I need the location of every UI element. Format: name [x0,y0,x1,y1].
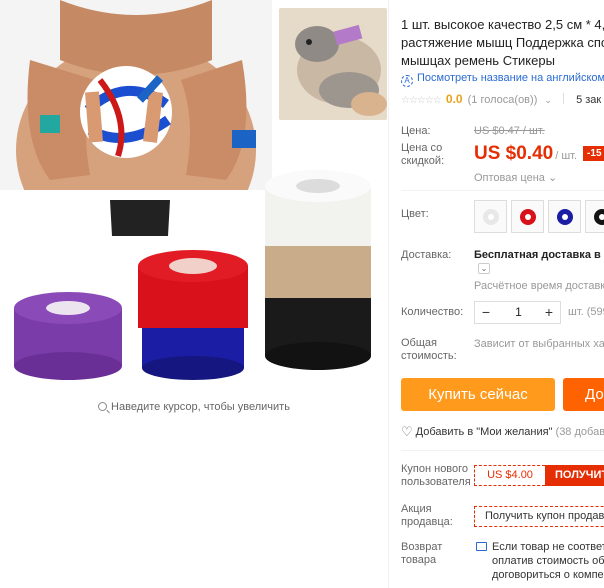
buy-now-button[interactable]: Купить сейчас [401,378,555,411]
discount-badge: -15 [583,146,604,161]
price-label: Цена: [401,125,431,137]
color-swatches [474,200,604,238]
wishlist-link[interactable]: ♡ Добавить в "Мои желания" (38 добав [401,424,604,440]
translate-link[interactable]: A Посмотреть название на английском [401,72,604,87]
wishlist-text: Добавить в "Мои желания" [415,426,553,438]
product-main-image[interactable] [0,0,388,390]
return-icon [476,542,487,551]
title-line: 1 шт. высокое качество 2,5 см * 4,5 [401,17,604,32]
tape-roll-icon [483,209,499,225]
tape-rolls-image [14,170,371,380]
tape-roll-icon [520,209,536,225]
tape-roll-icon [557,209,573,225]
product-title: 1 шт. высокое качество 2,5 см * 4,5 раст… [401,16,604,70]
shipping-option[interactable]: Бесплатная доставка в Ru [474,249,604,261]
quantity-label: Количество: [401,306,464,318]
section-divider [401,450,604,451]
rating-votes-link[interactable]: (1 голоса(ов)) [468,94,538,106]
chevron-down-icon[interactable]: ⌄ [544,95,552,105]
chevron-down-icon[interactable]: ⌄ [478,263,490,274]
vertical-divider [388,0,389,588]
total-value: Зависит от выбранных хар [474,338,604,350]
rating-score: 0.0 [445,92,463,106]
wishlist-count: (38 добав [555,426,604,438]
title-line: мышцах ремень Стикеры [401,53,555,68]
current-price-value: US $0.40 [474,143,554,164]
color-swatch-red[interactable] [511,200,544,233]
color-swatch-white[interactable] [474,200,507,233]
rating-separator [563,93,565,104]
new-user-coupon-label: Купон нового пользователя [401,463,471,488]
section-divider [401,190,604,191]
discount-price-label: Цена со скидкой: [401,142,445,167]
quantity-stepper: − 1 + [474,301,561,324]
product-gallery: Наведите курсор, чтобы увеличить [0,0,388,588]
shipping-label: Доставка: [401,249,452,261]
total-label: Общая стоимость: [401,337,457,362]
old-price: US $0.47 / шт. [474,125,545,137]
color-swatch-black[interactable] [585,200,604,233]
title-line: растяжение мышц Поддержка спо [401,35,604,50]
new-user-coupon: US $4.00 ПОЛУЧИТЬ [474,465,604,486]
heart-icon: ♡ [401,424,413,439]
add-to-cart-button[interactable]: До [563,378,604,411]
seller-coupon-button[interactable]: Получить купон продав [474,506,604,527]
returns-text-line: Если товар не соответс [492,541,604,553]
get-coupon-button[interactable]: ПОЛУЧИТЬ [545,465,604,486]
current-price: US $0.40/ шт. -15 [474,143,604,165]
zoom-hint-text: Наведите курсор, чтобы увеличить [111,401,290,413]
quantity-available: шт. (599 [568,306,604,318]
magnifier-icon [98,402,108,411]
quantity-decrease-button[interactable]: − [475,302,497,323]
price-unit: / шт. [555,150,578,162]
zoom-hint: Наведите курсор, чтобы увеличить [0,401,388,413]
coupon-amount: US $4.00 [474,465,545,486]
translate-link-text: Посмотреть название на английском [417,72,604,84]
tape-roll-icon [594,209,604,225]
seller-promo-label: Акция продавца: [401,503,453,528]
quantity-input[interactable]: 1 [497,302,540,323]
returns-text-line: оплатив стоимость обр [492,555,604,567]
returns-label: Возврат товара [401,541,443,566]
product-details: 1 шт. высокое качество 2,5 см * 4,5 раст… [401,0,604,588]
squirrel-photo [279,8,387,120]
quantity-increase-button[interactable]: + [538,302,560,323]
wholesale-price-toggle[interactable]: Оптовая цена ⌄ [474,171,557,184]
returns-text-line: договориться о компен [492,569,604,581]
returns-text: Если товар не соответс оплатив стоимость… [492,540,604,582]
translate-icon: A [401,75,413,87]
rating-row: ☆☆☆☆☆ 0.0 (1 голоса(ов)) ⌄ 5 зак [401,92,601,106]
orders-count: 5 зак [576,94,602,106]
delivery-time: Расчётное время доставки [474,280,604,292]
color-label: Цвет: [401,208,429,220]
rating-stars-icon: ☆☆☆☆☆ [401,95,442,106]
color-swatch-blue[interactable] [548,200,581,233]
